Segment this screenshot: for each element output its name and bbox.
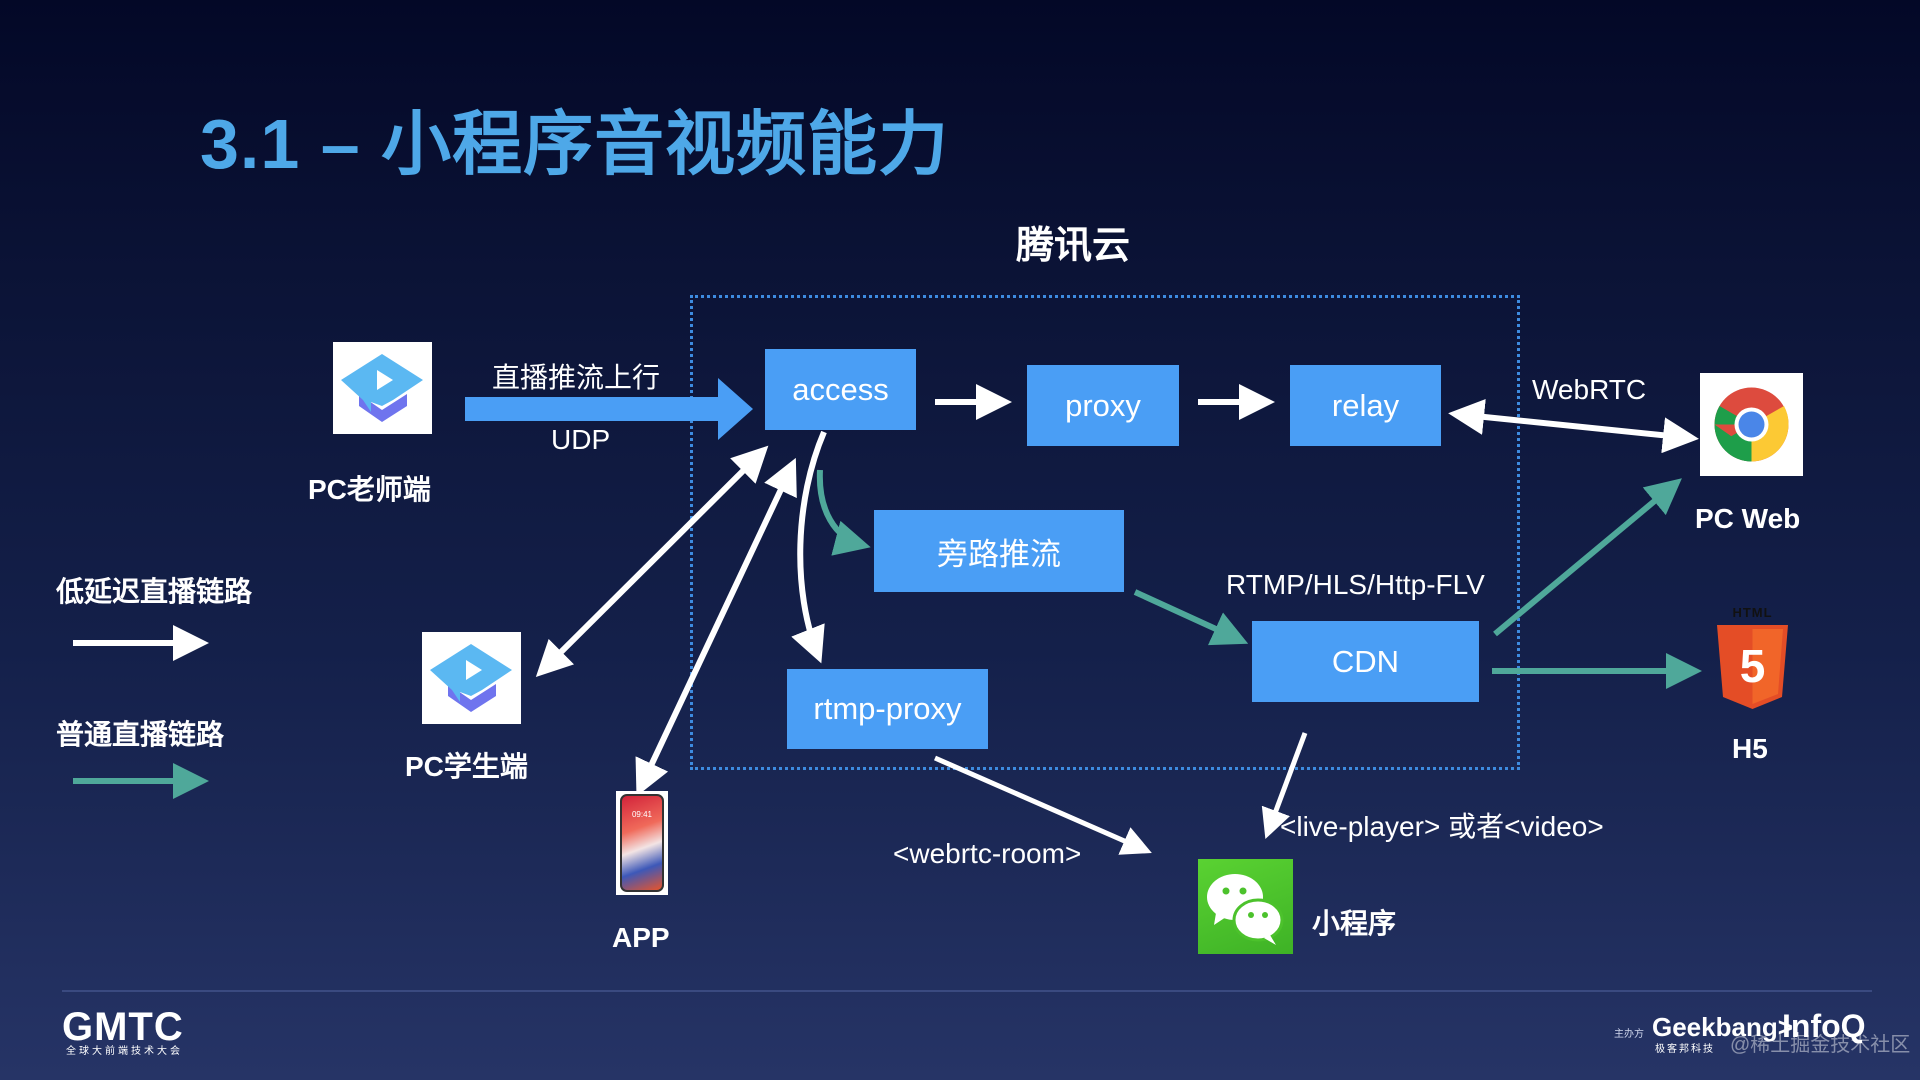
classroom-logo-icon — [341, 354, 423, 422]
sponsor-label: 主办方 — [1614, 1029, 1644, 1040]
node-bypass-push: 旁路推流 — [874, 510, 1124, 592]
html5-digit: 5 — [1739, 640, 1766, 692]
phone-icon: 09:41 — [616, 791, 668, 895]
label-webrtc: WebRTC — [1532, 374, 1647, 405]
classroom-logo-icon — [430, 644, 512, 712]
access-bypass-arrow — [816, 469, 871, 556]
wechat-icon — [1198, 859, 1293, 954]
label-mini-program: 小程序 — [1312, 908, 1397, 939]
label-udp: UDP — [551, 424, 611, 455]
label-pc-teacher: PC老师端 — [308, 474, 431, 505]
pc-student-app-icon — [422, 632, 521, 724]
node-proxy: proxy — [1027, 365, 1179, 446]
chrome-icon — [1714, 387, 1789, 462]
html5-badge-text: HTML — [1732, 605, 1773, 620]
footer-divider — [62, 990, 1872, 992]
label-cdn-protocols: RTMP/HLS/Http-FLV — [1226, 569, 1485, 600]
node-rtmp-proxy: rtmp-proxy — [787, 669, 988, 749]
label-webrtc-room: <webrtc-room> — [893, 838, 1082, 869]
node-cdn: CDN — [1252, 621, 1479, 702]
html5-icon: HTML 5 — [1715, 605, 1790, 711]
label-live-player: <live-player> 或者<video> — [1280, 811, 1604, 842]
access-rtmp-arrow — [791, 430, 827, 664]
rtmp-miniprogram-arrow — [933, 755, 1152, 855]
node-relay: relay — [1290, 365, 1441, 446]
label-push-up: 直播推流上行 — [492, 362, 661, 393]
app-access-arrow — [635, 457, 797, 797]
geekbang-subtitle: 极客邦科技 — [1655, 1044, 1715, 1055]
gmtc-subtitle: 全球大前端技术大会 — [66, 1046, 183, 1057]
bypass-cdn-arrow — [1133, 589, 1249, 646]
phone-screen: 09:41 — [620, 794, 664, 892]
phone-clock: 09:41 — [631, 810, 653, 819]
legend-normal-label: 普通直播链路 — [56, 719, 225, 750]
label-pc-web: PC Web — [1695, 503, 1801, 534]
watermark: @稀土掘金技术社区 — [1730, 1034, 1911, 1056]
legend-low-latency-label: 低延迟直播链路 — [56, 576, 253, 607]
label-app: APP — [612, 922, 670, 953]
cdn-pcweb-arrow — [1493, 478, 1682, 637]
label-h5: H5 — [1732, 733, 1768, 764]
pc-web-icon-box — [1700, 373, 1803, 476]
relay-pcweb-arrow — [1448, 399, 1699, 454]
pc-teacher-app-icon — [333, 342, 432, 434]
student-access-arrow — [535, 445, 769, 678]
node-access: access — [765, 349, 916, 430]
wechat-bubbles-icon — [1207, 874, 1284, 945]
label-pc-student: PC学生端 — [405, 751, 528, 782]
